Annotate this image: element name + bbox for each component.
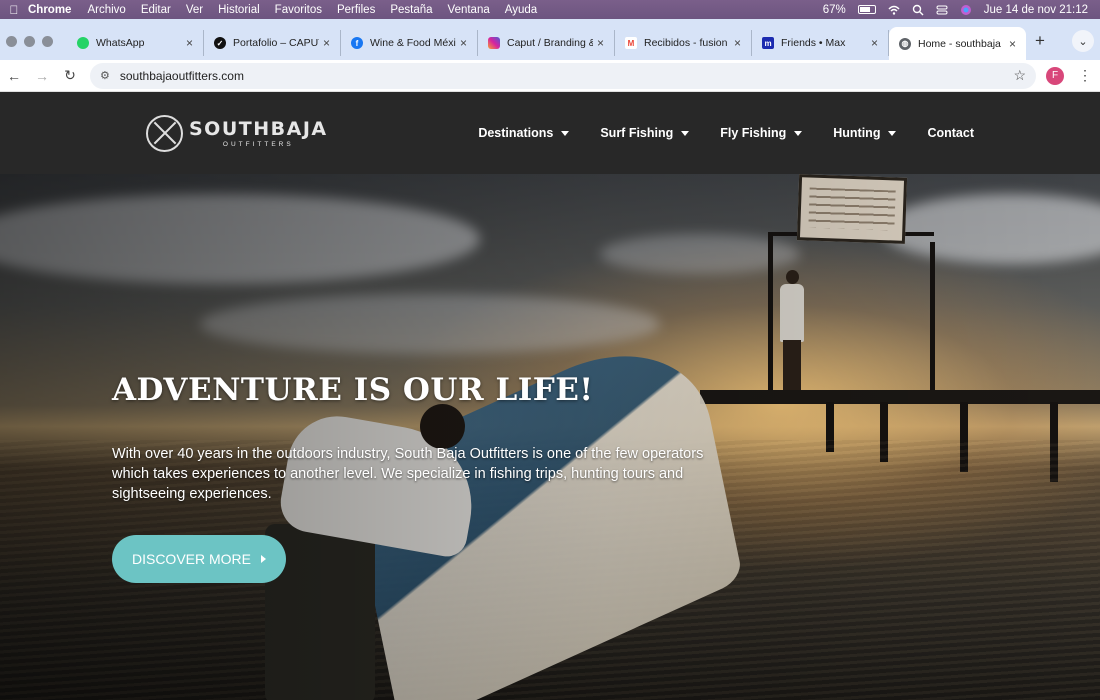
nav-contact[interactable]: Contact xyxy=(927,126,974,140)
site-logo[interactable]: SOUTHBAJA OUTFITTERS xyxy=(146,114,328,152)
logo-name: SOUTHBAJA xyxy=(189,118,328,140)
menu-ayuda[interactable]: Ayuda xyxy=(505,4,537,16)
close-tab-icon[interactable]: × xyxy=(323,36,330,50)
tab-title: Home - southbaja xyxy=(918,37,1001,50)
close-tab-icon[interactable]: × xyxy=(186,36,193,50)
bookmark-star-icon[interactable]: ☆ xyxy=(1013,67,1026,84)
nav-label: Fly Fishing xyxy=(720,126,787,140)
wifi-icon[interactable] xyxy=(888,4,900,16)
discover-more-button[interactable]: DISCOVER MORE xyxy=(112,535,286,583)
tab-wine-food[interactable]: f Wine & Food México × xyxy=(341,30,478,56)
tab-portafolio[interactable]: ✓ Portafolio – CAPUT × xyxy=(204,30,341,56)
more-options-icon[interactable]: ⋮ xyxy=(1078,67,1092,84)
site-settings-icon[interactable]: ⚙ xyxy=(100,69,110,82)
close-tab-icon[interactable]: × xyxy=(734,36,741,50)
nav-fly-fishing[interactable]: Fly Fishing xyxy=(720,126,803,140)
control-center-icon[interactable] xyxy=(936,4,948,16)
back-arrow-icon[interactable]: ← xyxy=(0,68,28,84)
site-header: SOUTHBAJA OUTFITTERS Destinations Surf F… xyxy=(0,92,1100,174)
tab-max[interactable]: m Friends • Max × xyxy=(752,30,889,56)
search-icon[interactable] xyxy=(912,4,924,16)
battery-icon[interactable] xyxy=(857,5,876,14)
zoom-window-button[interactable] xyxy=(42,36,53,47)
browser-toolbar: ← → ↻ ⚙ southbajaoutfitters.com ☆ F ⋮ xyxy=(0,60,1100,92)
menu-ventana[interactable]: Ventana xyxy=(448,4,490,16)
profile-avatar[interactable]: F xyxy=(1046,66,1064,85)
tab-title: Portafolio – CAPUT xyxy=(233,37,319,49)
portfolio-icon: ✓ xyxy=(214,37,226,49)
nav-label: Hunting xyxy=(833,126,881,140)
browser-tabstrip: WhatsApp × ✓ Portafolio – CAPUT × f Wine… xyxy=(0,19,1100,60)
menu-ver[interactable]: Ver xyxy=(186,4,203,16)
caret-down-icon xyxy=(794,130,803,136)
tab-gmail[interactable]: M Recibidos - fusion × xyxy=(615,30,752,56)
menu-favoritos[interactable]: Favoritos xyxy=(275,4,322,16)
close-tab-icon[interactable]: × xyxy=(871,36,878,50)
battery-percent: 67% xyxy=(822,3,846,16)
menubar-datetime[interactable]: Jue 14 de nov 21:12 xyxy=(984,4,1088,16)
tab-search-chevron-icon[interactable]: ⌄ xyxy=(1072,30,1094,52)
logo-compass-icon xyxy=(146,114,183,152)
tab-caput-branding[interactable]: Caput / Branding & × xyxy=(478,30,615,56)
siri-icon[interactable] xyxy=(960,4,972,16)
close-tab-icon[interactable]: × xyxy=(1009,37,1016,51)
nav-label: Destinations xyxy=(478,126,554,140)
caret-down-icon xyxy=(888,130,897,136)
tab-title: Friends • Max xyxy=(781,37,846,49)
menu-archivo[interactable]: Archivo xyxy=(87,4,125,16)
apple-menu-icon[interactable]:  xyxy=(0,3,28,17)
window-controls xyxy=(0,36,67,60)
tab-title: Wine & Food México xyxy=(370,37,456,49)
caret-down-icon xyxy=(561,130,570,136)
hero-title: ADVENTURE IS OUR LIFE! xyxy=(112,372,594,408)
menubar-status-area: 67% Jue 14 de nov 21:12 xyxy=(823,4,1100,16)
tab-title: Recibidos - fusion xyxy=(644,37,728,49)
tab-whatsapp[interactable]: WhatsApp × xyxy=(67,30,204,56)
cta-label: DISCOVER MORE xyxy=(131,551,251,567)
caret-down-icon xyxy=(681,130,690,136)
address-bar[interactable]: ⚙ southbajaoutfitters.com ☆ xyxy=(90,62,1036,89)
close-tab-icon[interactable]: × xyxy=(597,36,604,50)
nav-destinations[interactable]: Destinations xyxy=(478,126,570,140)
globe-icon: ◍ xyxy=(899,37,911,50)
close-window-button[interactable] xyxy=(6,36,17,47)
close-tab-icon[interactable]: × xyxy=(460,36,467,50)
menu-pestana[interactable]: Pestaña xyxy=(390,4,432,16)
logo-subtitle: OUTFITTERS xyxy=(222,141,294,148)
tab-title: Caput / Branding & xyxy=(507,37,593,49)
logo-text: SOUTHBAJA OUTFITTERS xyxy=(189,118,328,148)
hero-overlay xyxy=(0,174,1100,700)
nav-surf-fishing[interactable]: Surf Fishing xyxy=(600,126,690,140)
hero-section: ADVENTURE IS OUR LIFE! With over 40 year… xyxy=(0,174,1100,700)
menu-historial[interactable]: Historial xyxy=(218,4,260,16)
instagram-icon xyxy=(488,37,500,49)
hero-description: With over 40 years in the outdoors indus… xyxy=(112,446,704,502)
minimize-window-button[interactable] xyxy=(24,36,35,47)
reload-icon[interactable]: ↻ xyxy=(56,67,84,84)
new-tab-button[interactable]: + xyxy=(1026,31,1054,60)
play-arrow-icon xyxy=(261,555,266,563)
nav-label: Contact xyxy=(927,126,974,140)
max-icon: m xyxy=(762,37,774,49)
facebook-icon: f xyxy=(351,37,363,49)
nav-hunting[interactable]: Hunting xyxy=(833,126,897,140)
gmail-icon: M xyxy=(625,37,637,49)
url-text[interactable]: southbajaoutfitters.com xyxy=(120,69,1014,83)
nav-label: Surf Fishing xyxy=(600,126,674,140)
main-nav: Destinations Surf Fishing Fly Fishing Hu… xyxy=(478,126,974,140)
forward-arrow-icon[interactable]: → xyxy=(28,68,56,84)
tab-title: WhatsApp xyxy=(96,37,145,49)
menu-perfiles[interactable]: Perfiles xyxy=(337,4,375,16)
menu-editar[interactable]: Editar xyxy=(141,4,171,16)
app-name-menu[interactable]: Chrome xyxy=(28,4,71,16)
tab-southbaja[interactable]: ◍ Home - southbaja × xyxy=(889,27,1026,60)
macos-menubar:  Chrome Archivo Editar Ver Historial Fa… xyxy=(0,0,1100,19)
whatsapp-icon xyxy=(77,37,89,49)
